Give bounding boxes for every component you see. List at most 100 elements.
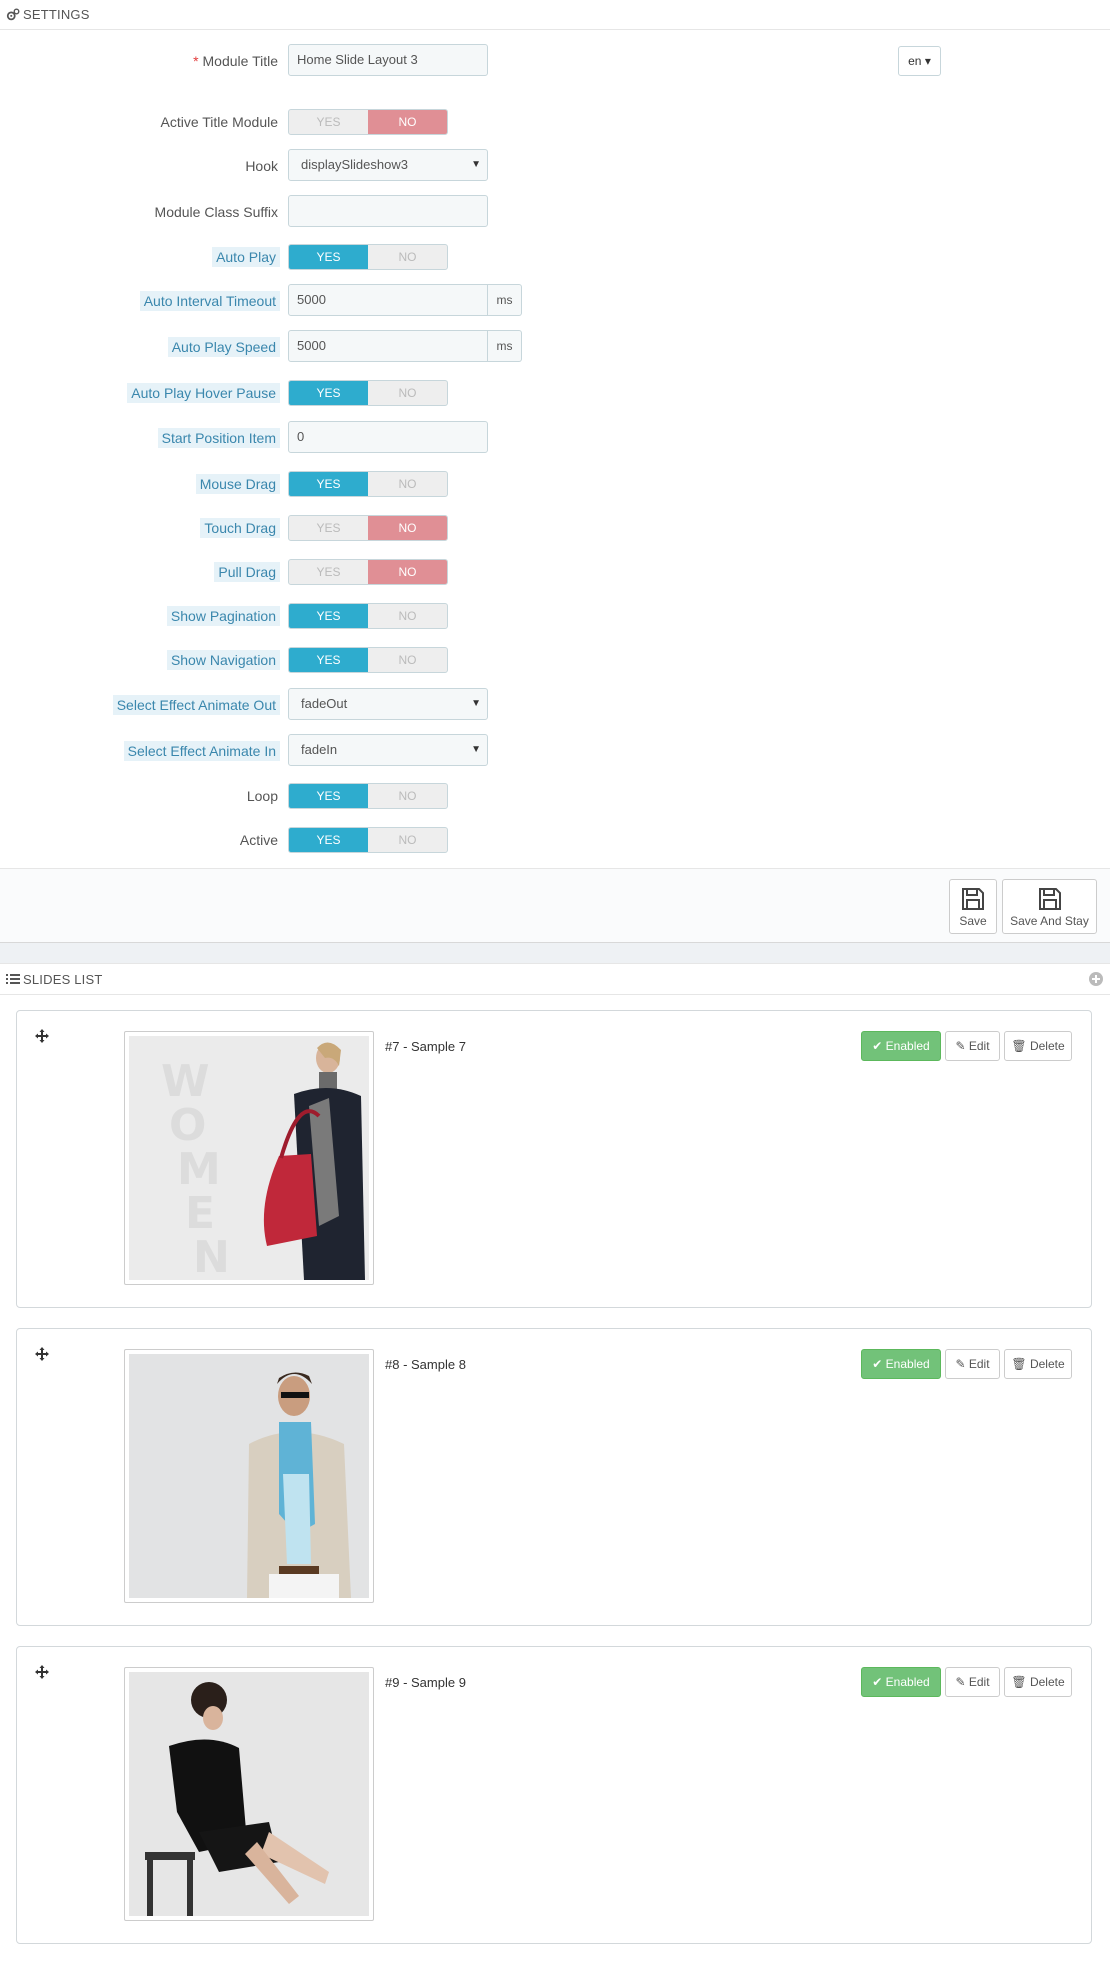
auto-play-hover-pause-row: Auto Play Hover Pause YES NO <box>0 376 1110 410</box>
switch-yes[interactable]: YES <box>289 245 368 269</box>
slide-image-man-with-scarf <box>129 1354 369 1598</box>
enabled-label: Enabled <box>885 1357 930 1371</box>
switch-no[interactable]: NO <box>368 516 447 540</box>
switch-yes[interactable]: YES <box>289 110 368 134</box>
hook-select-value: displaySlideshow3 <box>301 157 408 172</box>
switch-no[interactable]: NO <box>368 472 447 496</box>
switch-yes[interactable]: YES <box>289 784 368 808</box>
slide-thumbnail <box>124 1667 374 1921</box>
switch-no[interactable]: NO <box>368 604 447 628</box>
hook-select[interactable]: displaySlideshow3 ▼ <box>288 149 488 181</box>
switch-no[interactable]: NO <box>368 381 447 405</box>
pull-drag-switch[interactable]: YES NO <box>288 559 448 585</box>
switch-yes[interactable]: YES <box>289 516 368 540</box>
switch-no[interactable]: NO <box>368 245 447 269</box>
mouse-drag-row: Mouse Drag YES NO <box>0 467 1110 501</box>
save-and-stay-button[interactable]: Save And Stay <box>1002 879 1097 934</box>
slide-title[interactable]: #8 - Sample 8 <box>385 1357 466 1372</box>
required-marker: * <box>193 53 199 69</box>
save-label: Save <box>959 914 987 928</box>
slide-item: #9 - Sample 9 ✔ Enabled ✎ Edit 🗑 Delete <box>16 1646 1092 1944</box>
trash-icon: 🗑 <box>1011 1357 1027 1371</box>
switch-yes[interactable]: YES <box>289 604 368 628</box>
switch-no[interactable]: NO <box>368 110 447 134</box>
show-pagination-row: Show Pagination YES NO <box>0 599 1110 633</box>
mouse-drag-label: Mouse Drag <box>195 474 280 494</box>
effect-animate-out-value: fadeOut <box>301 696 348 711</box>
edit-button[interactable]: ✎ Edit <box>945 1031 1000 1061</box>
switch-no[interactable]: NO <box>368 560 447 584</box>
auto-interval-timeout-row: Auto Interval Timeout 5000 ms <box>0 284 1110 318</box>
module-title-label: * Module Title <box>193 51 278 71</box>
touch-drag-row: Touch Drag YES NO <box>0 511 1110 545</box>
enabled-status-button[interactable]: ✔ Enabled <box>861 1349 941 1379</box>
start-position-item-input[interactable]: 0 <box>288 421 488 453</box>
slide-image-woman-in-black-dress <box>129 1672 369 1916</box>
show-pagination-switch[interactable]: YES NO <box>288 603 448 629</box>
show-navigation-switch[interactable]: YES NO <box>288 647 448 673</box>
move-drag-icon[interactable] <box>35 1347 49 1361</box>
check-icon: ✔ <box>872 1039 883 1053</box>
mouse-drag-switch[interactable]: YES NO <box>288 471 448 497</box>
delete-button[interactable]: 🗑 Delete <box>1004 1349 1072 1379</box>
loop-switch[interactable]: YES NO <box>288 783 448 809</box>
active-title-module-switch[interactable]: YES NO <box>288 109 448 135</box>
module-title-label-text: Module Title <box>202 53 278 69</box>
edit-button[interactable]: ✎ Edit <box>945 1667 1000 1697</box>
switch-yes[interactable]: YES <box>289 648 368 672</box>
save-button[interactable]: Save <box>949 879 997 934</box>
switch-no[interactable]: NO <box>368 648 447 672</box>
effect-animate-in-label: Select Effect Animate In <box>123 741 280 761</box>
enabled-label: Enabled <box>885 1039 930 1053</box>
pull-drag-row: Pull Drag YES NO <box>0 555 1110 589</box>
move-drag-icon[interactable] <box>35 1665 49 1679</box>
check-icon: ✔ <box>872 1675 883 1689</box>
edit-icon: ✎ <box>955 1039 966 1053</box>
switch-yes[interactable]: YES <box>289 381 368 405</box>
auto-interval-timeout-input[interactable]: 5000 <box>288 284 488 316</box>
move-drag-icon[interactable] <box>35 1029 49 1043</box>
auto-play-speed-input[interactable]: 5000 <box>288 330 488 362</box>
switch-yes[interactable]: YES <box>289 560 368 584</box>
slide-thumbnail: W O M E N <box>124 1031 374 1285</box>
edit-button[interactable]: ✎ Edit <box>945 1349 1000 1379</box>
language-dropdown-button[interactable]: en ▾ <box>898 46 941 76</box>
slide-title[interactable]: #9 - Sample 9 <box>385 1675 466 1690</box>
enabled-status-button[interactable]: ✔ Enabled <box>861 1667 941 1697</box>
switch-yes[interactable]: YES <box>289 472 368 496</box>
active-title-module-label: Active Title Module <box>160 114 279 130</box>
touch-drag-switch[interactable]: YES NO <box>288 515 448 541</box>
ms-unit-addon: ms <box>488 330 522 362</box>
switch-no[interactable]: NO <box>368 784 447 808</box>
delete-button[interactable]: 🗑 Delete <box>1004 1667 1072 1697</box>
add-slide-icon[interactable] <box>1088 971 1104 987</box>
active-switch[interactable]: YES NO <box>288 827 448 853</box>
enabled-label: Enabled <box>885 1675 930 1689</box>
module-title-input[interactable]: Home Slide Layout 3 <box>288 44 488 76</box>
women-watermark-n: N <box>193 1232 230 1280</box>
effect-animate-in-select[interactable]: fadeIn ▼ <box>288 734 488 766</box>
effect-animate-in-row: Select Effect Animate In fadeIn ▼ <box>0 734 1110 768</box>
select-arrow-icon: ▼ <box>471 159 481 170</box>
auto-play-hover-pause-switch[interactable]: YES NO <box>288 380 448 406</box>
check-icon: ✔ <box>872 1357 883 1371</box>
effect-animate-out-select[interactable]: fadeOut ▼ <box>288 688 488 720</box>
enabled-status-button[interactable]: ✔ Enabled <box>861 1031 941 1061</box>
auto-play-switch[interactable]: YES NO <box>288 244 448 270</box>
select-arrow-icon: ▼ <box>471 698 481 709</box>
pull-drag-label: Pull Drag <box>214 562 280 582</box>
save-icon <box>1038 888 1061 910</box>
section-gap <box>0 943 1110 963</box>
switch-no[interactable]: NO <box>368 828 447 852</box>
auto-play-label: Auto Play <box>212 247 280 267</box>
edit-icon: ✎ <box>955 1357 966 1371</box>
slide-item: #8 - Sample 8 ✔ Enabled ✎ Edit 🗑 Delete <box>16 1328 1092 1626</box>
slide-title[interactable]: #7 - Sample 7 <box>385 1039 466 1054</box>
slides-list-heading-text: SLIDES LIST <box>23 971 103 987</box>
module-class-suffix-input[interactable] <box>288 195 488 227</box>
delete-button[interactable]: 🗑 Delete <box>1004 1031 1072 1061</box>
effect-animate-out-row: Select Effect Animate Out fadeOut ▼ <box>0 688 1110 722</box>
module-class-suffix-row: Module Class Suffix <box>0 195 1110 229</box>
active-row: Active YES NO <box>0 823 1110 857</box>
switch-yes[interactable]: YES <box>289 828 368 852</box>
